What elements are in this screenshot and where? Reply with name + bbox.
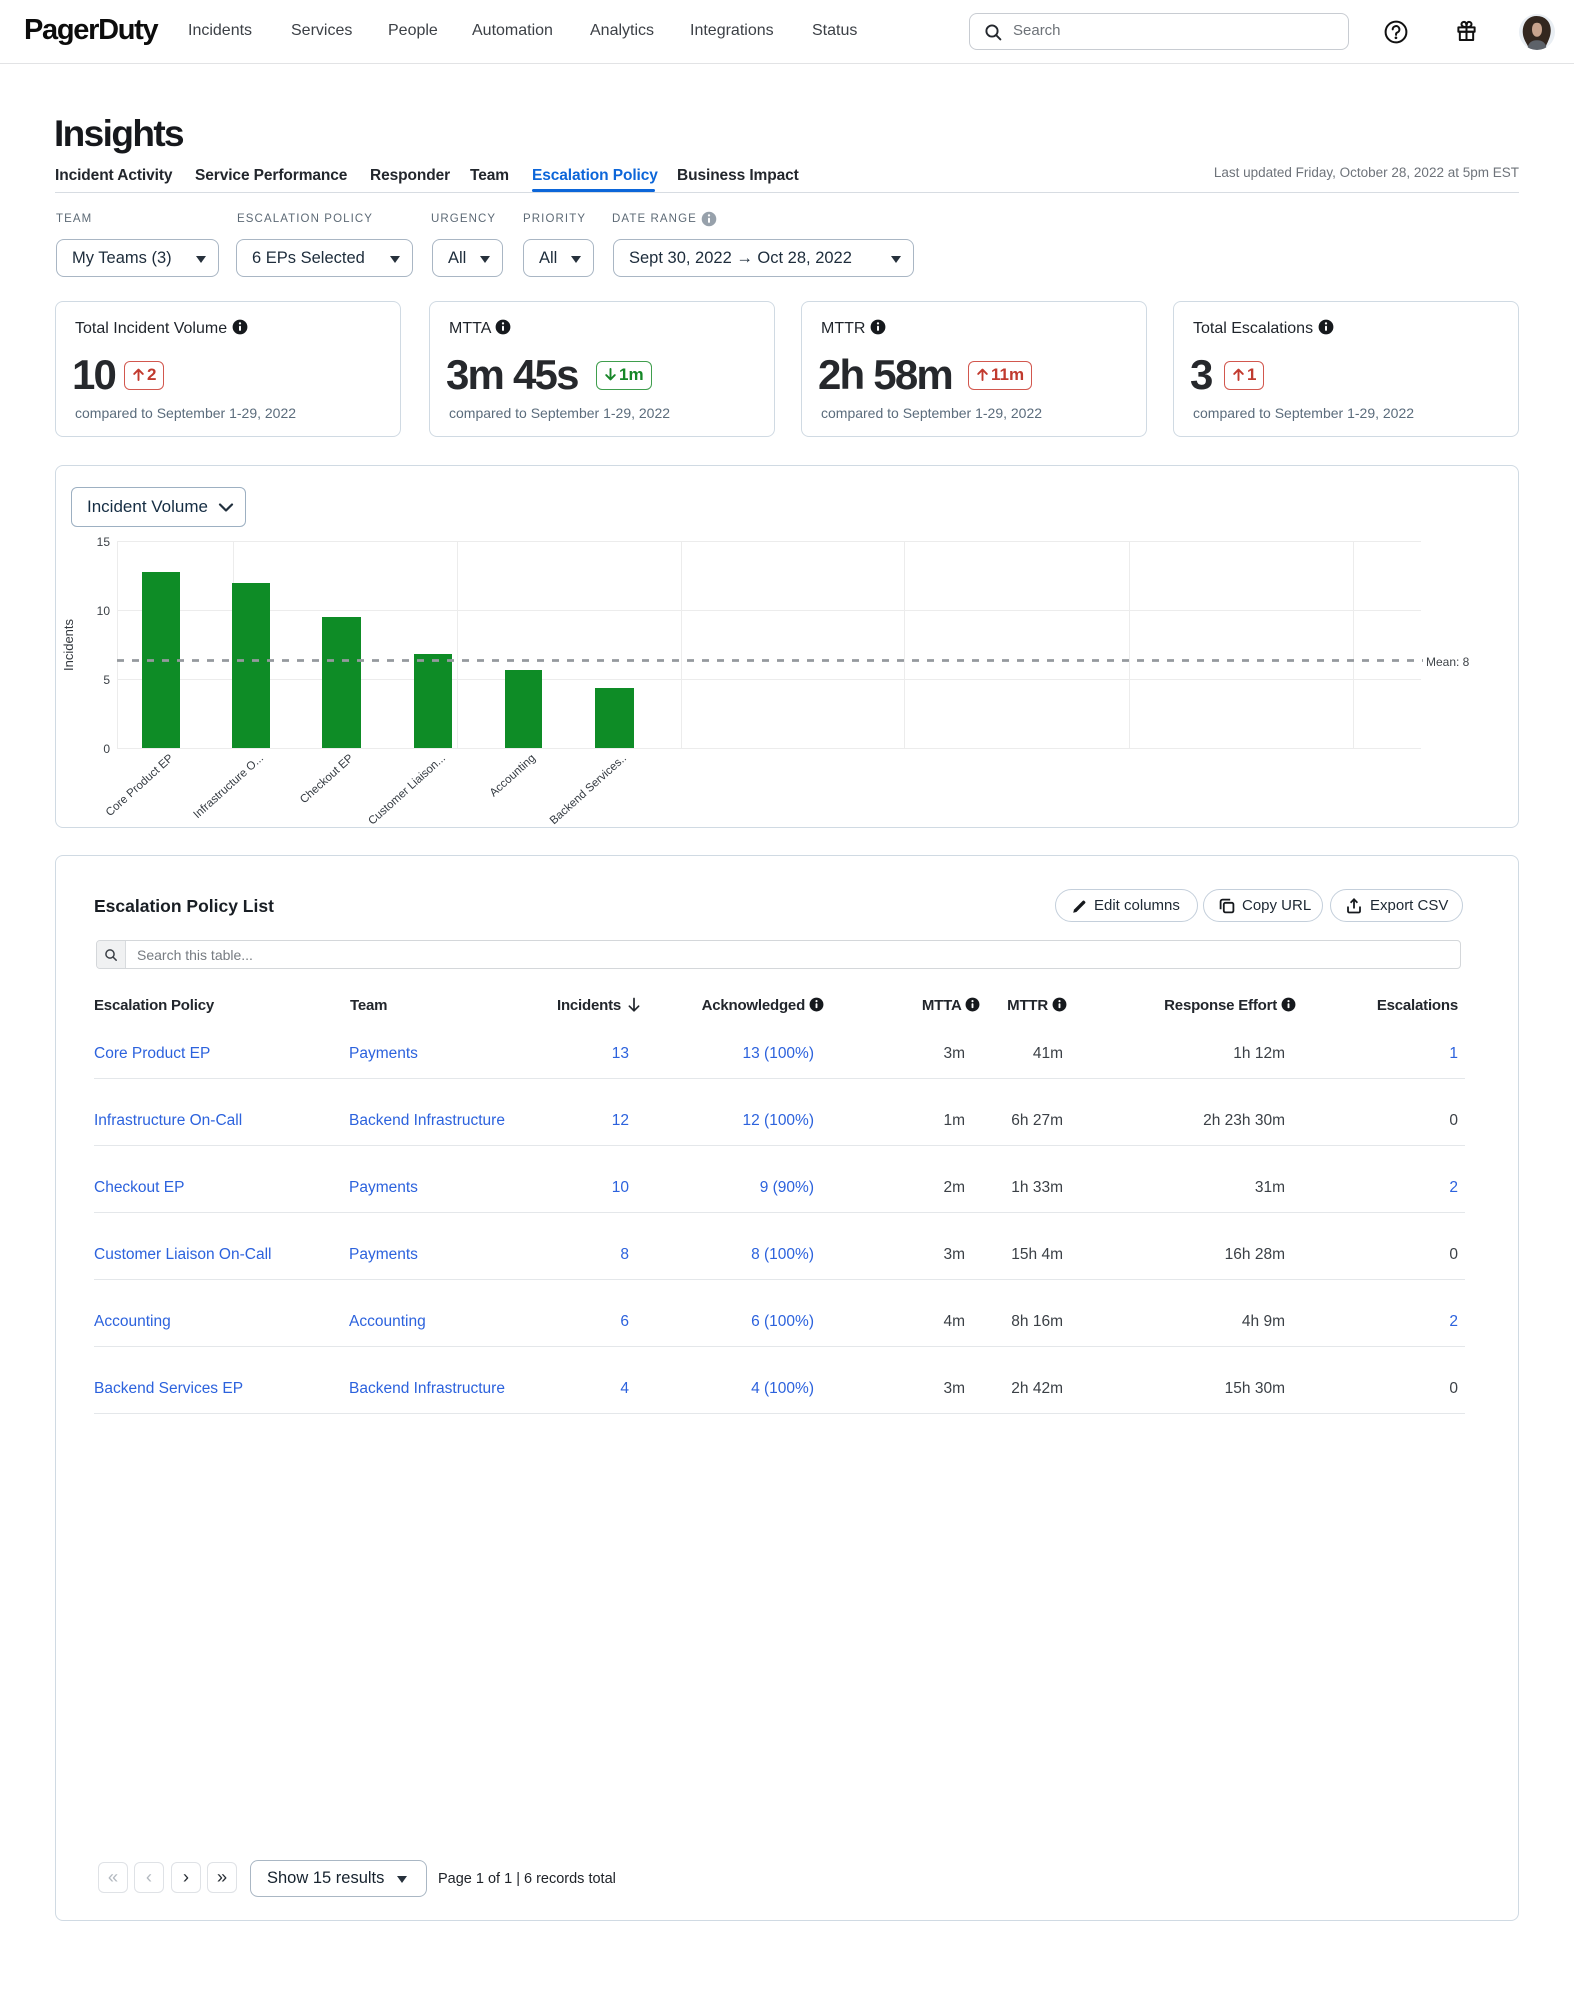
svg-text:Mean: 8: Mean: 8 bbox=[1426, 655, 1470, 669]
svg-text:Backend Services..: Backend Services.. bbox=[548, 752, 629, 827]
svg-text:10: 10 bbox=[97, 604, 111, 618]
svg-text:0: 0 bbox=[103, 742, 110, 756]
svg-text:Infrastructure O...: Infrastructure O... bbox=[191, 752, 266, 821]
svg-text:5: 5 bbox=[103, 673, 110, 687]
svg-text:Checkout EP: Checkout EP bbox=[298, 752, 356, 806]
svg-text:Customer Liaison...: Customer Liaison... bbox=[366, 752, 448, 827]
svg-text:Accounting: Accounting bbox=[488, 752, 538, 799]
svg-text:Incidents: Incidents bbox=[61, 618, 76, 671]
svg-text:Core Product EP: Core Product EP bbox=[104, 752, 176, 819]
svg-text:15: 15 bbox=[97, 535, 111, 549]
